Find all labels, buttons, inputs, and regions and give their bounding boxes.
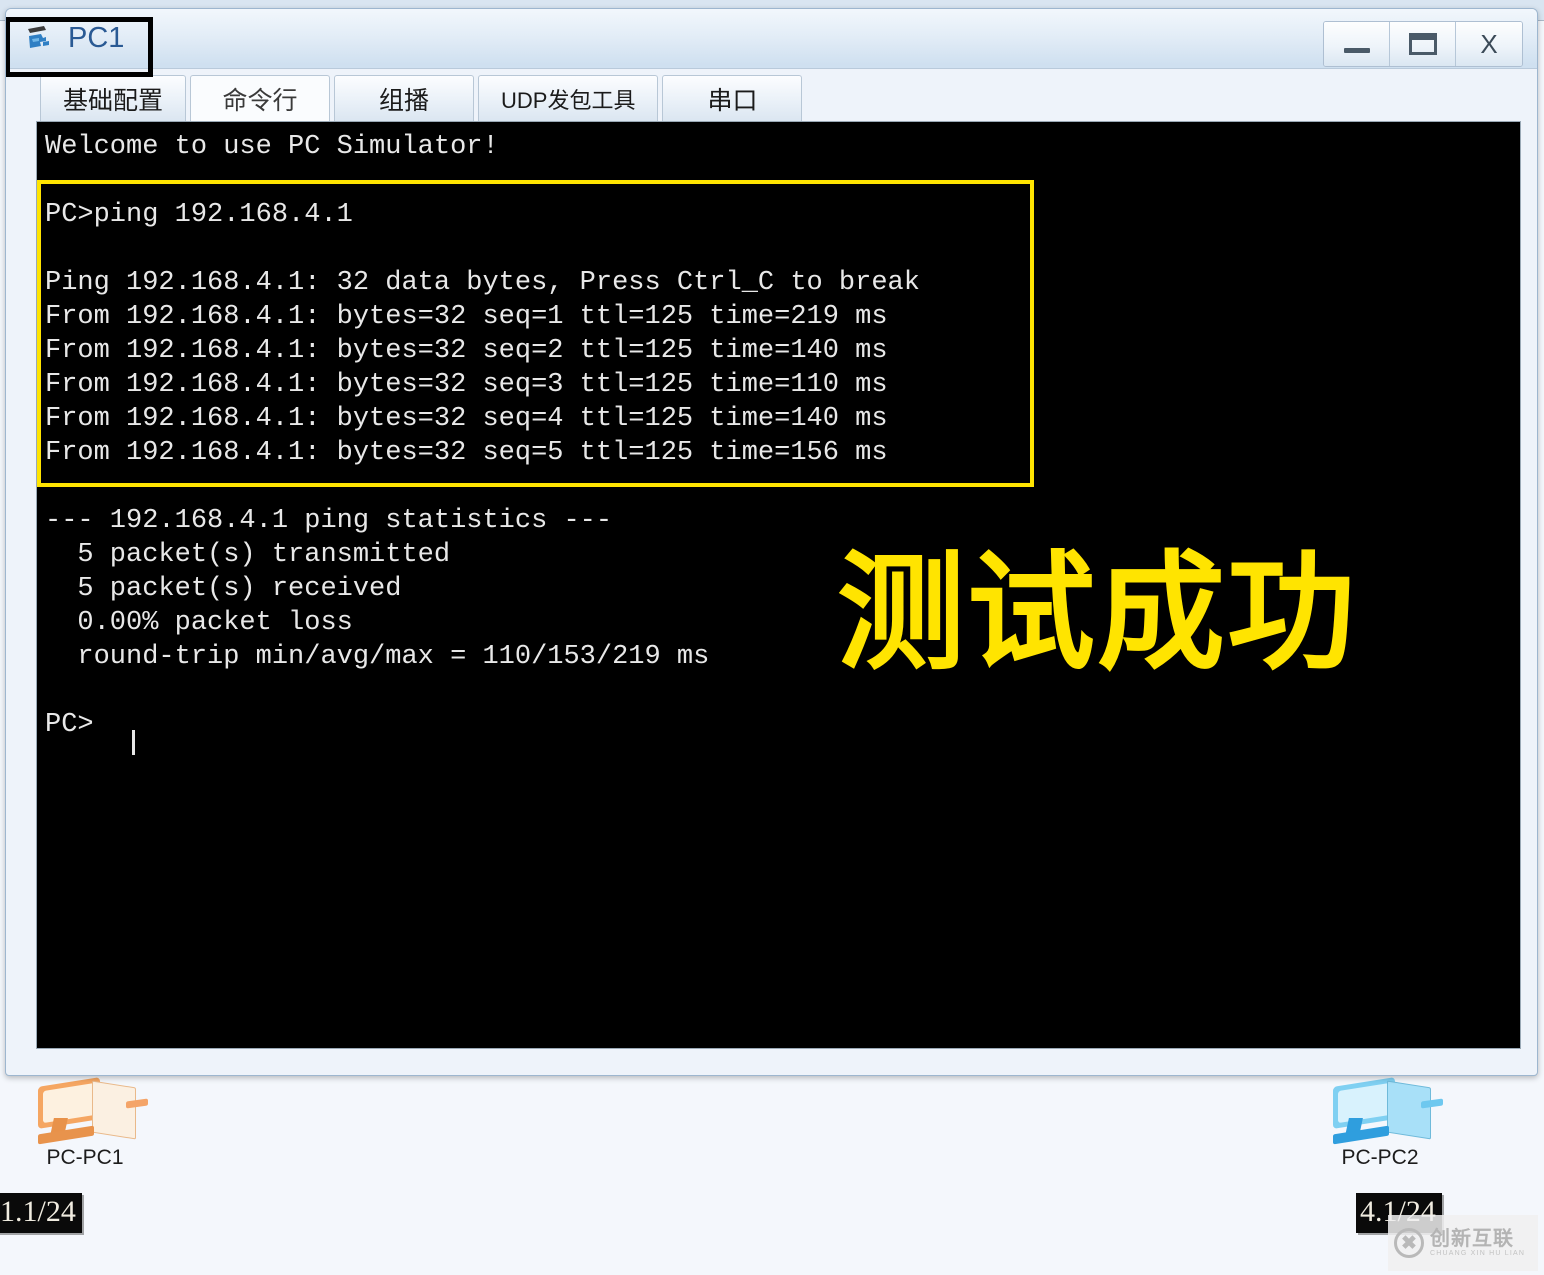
tab-udp-tool[interactable]: UDP发包工具 — [478, 75, 659, 121]
pc-monitor-icon — [1325, 1077, 1443, 1145]
terminal-area: Welcome to use PC Simulator! PC>ping 192… — [6, 121, 1537, 1075]
tab-multicast[interactable]: 组播 — [334, 75, 475, 121]
command-line-terminal[interactable]: Welcome to use PC Simulator! PC>ping 192… — [36, 121, 1521, 1049]
tab-serial[interactable]: 串口 — [662, 75, 803, 121]
terminal-cursor — [132, 730, 135, 755]
window-controls: X — [1323, 21, 1523, 67]
ip-tag-pc1: 1.1/24 — [0, 1193, 82, 1233]
watermark: ✖ 创新互联 CHUANG XIN HU LIAN — [1388, 1215, 1538, 1271]
watermark-en-text: CHUANG XIN HU LIAN — [1430, 1249, 1526, 1257]
success-annotation-text: 测试成功 — [837, 539, 1358, 688]
minimize-button[interactable] — [1324, 22, 1390, 66]
topology-node-label-pc1: PC-PC1 — [46, 1146, 124, 1169]
watermark-cn-text: 创新互联 — [1430, 1227, 1514, 1250]
watermark-logo-icon: ✖ — [1394, 1228, 1424, 1258]
window-title: PC1 — [68, 22, 125, 54]
topology-node-label-pc2: PC-PC2 — [1341, 1146, 1419, 1169]
tabstrip: 基础配置 命令行 组播 UDP发包工具 串口 — [6, 69, 1537, 121]
tab-command-line[interactable]: 命令行 — [190, 75, 331, 121]
topology-node-pc1[interactable]: PC-PC1 — [10, 1077, 160, 1170]
tab-basic-config[interactable]: 基础配置 — [40, 75, 187, 121]
pc1-window: PC1 X 基础配置 命令行 组播 UDP发包工具 串口 Welcome to … — [5, 8, 1538, 1076]
topology-node-pc2[interactable]: PC-PC2 — [1305, 1077, 1455, 1170]
window-titlebar[interactable]: PC1 X — [6, 9, 1537, 77]
maximize-button[interactable] — [1390, 22, 1456, 66]
pc-monitor-icon — [30, 1077, 148, 1145]
pc-terminal-icon — [24, 22, 58, 56]
window-title-group: PC1 — [6, 22, 124, 56]
close-button[interactable]: X — [1456, 22, 1522, 66]
